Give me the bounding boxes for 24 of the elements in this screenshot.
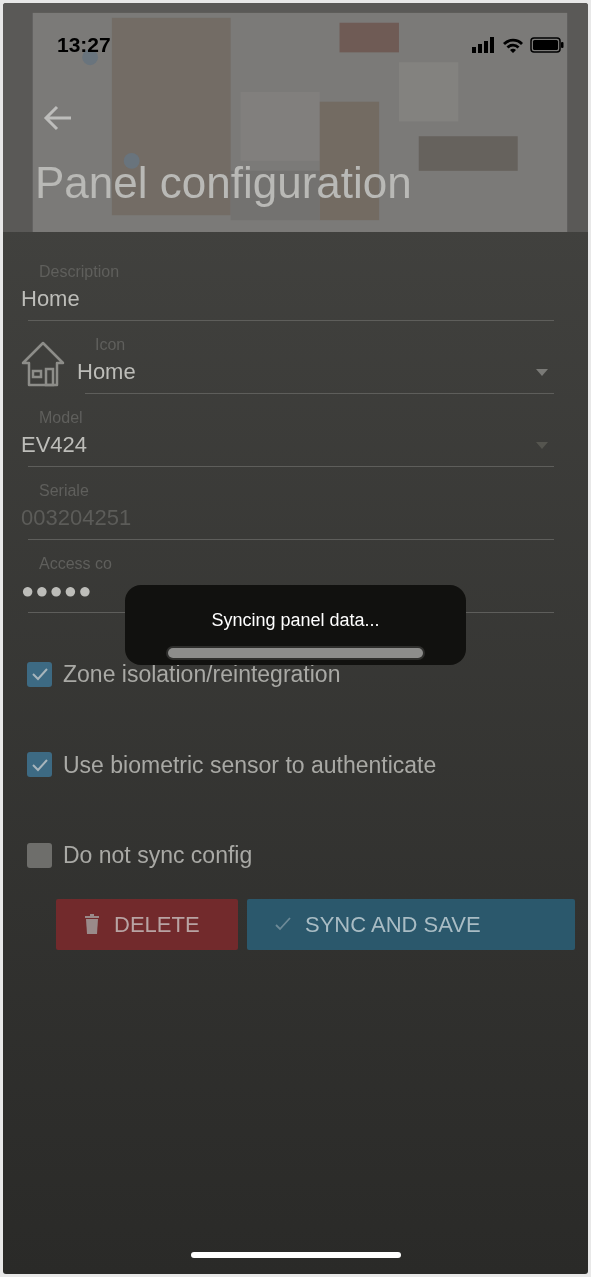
trash-icon xyxy=(84,914,100,934)
signal-icon xyxy=(472,36,496,53)
sync-save-button[interactable]: SYNC AND SAVE xyxy=(247,898,575,950)
input-field[interactable]: Home xyxy=(21,284,554,321)
checkbox-label: Use biometric sensor to authenticate xyxy=(63,750,437,780)
caret-icon xyxy=(536,368,548,376)
page-title: Panel configuration xyxy=(35,160,413,205)
status-time: 13:27 xyxy=(57,32,111,58)
check-icon xyxy=(275,917,291,931)
checkbox[interactable] xyxy=(27,661,52,687)
dialog-message: Syncing panel data... xyxy=(211,609,380,632)
caret-icon xyxy=(536,441,548,449)
checkbox[interactable] xyxy=(27,842,52,868)
checkbox-label: Zone isolation/reintegration xyxy=(63,660,341,689)
check-icon xyxy=(30,757,49,772)
delete-button[interactable]: DELETE xyxy=(56,898,238,950)
house-icon xyxy=(21,340,65,387)
checkbox-label: Do not sync config xyxy=(63,841,253,870)
check-icon xyxy=(30,667,49,682)
wifi-icon xyxy=(502,36,524,53)
dropdown-field[interactable]: EV424 xyxy=(21,430,554,467)
checkbox[interactable] xyxy=(27,752,52,778)
dropdown-field[interactable]: Home xyxy=(77,357,554,394)
battery-icon xyxy=(530,36,564,53)
